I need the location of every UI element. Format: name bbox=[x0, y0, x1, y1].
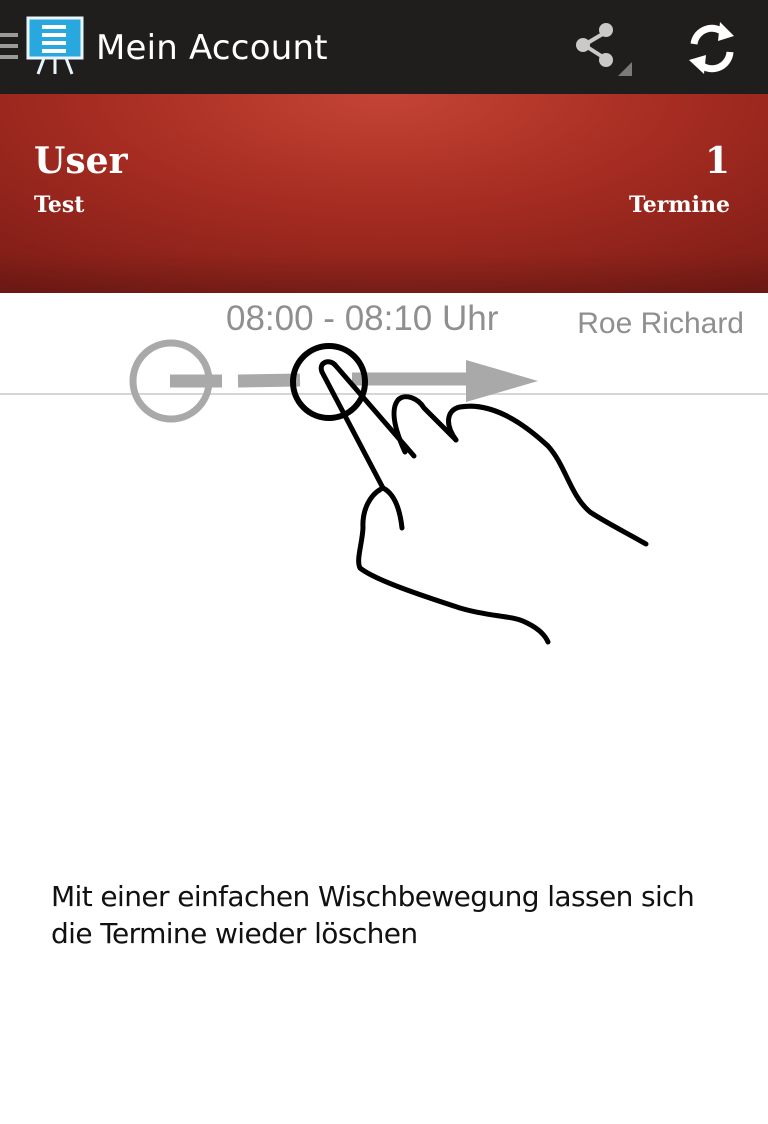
page-title: Mein Account bbox=[96, 28, 328, 68]
user-name: User bbox=[34, 140, 128, 182]
menu-drawer-icon[interactable] bbox=[0, 33, 18, 61]
swipe-arrow-icon bbox=[237, 360, 538, 402]
refresh-button[interactable] bbox=[676, 14, 746, 82]
user-subtitle: Test bbox=[34, 192, 85, 218]
share-button[interactable] bbox=[566, 14, 636, 82]
app-screen: Mein Account User Test 1 Termine 08:00 -… bbox=[0, 0, 768, 1124]
action-bar: Mein Account bbox=[0, 0, 768, 94]
share-icon bbox=[576, 23, 632, 76]
appointment-count-label: Termine bbox=[628, 192, 730, 218]
swipe-gesture-illustration bbox=[0, 330, 768, 660]
presentation-board-icon[interactable] bbox=[24, 16, 86, 76]
hint-text: Mit einer einfachen Wischbewegung lassen… bbox=[51, 880, 695, 950]
refresh-icon bbox=[689, 22, 734, 74]
swipe-start-circle-icon bbox=[129, 339, 222, 423]
profile-header: User Test 1 Termine bbox=[0, 94, 768, 293]
appointment-count: 1 bbox=[704, 140, 730, 182]
